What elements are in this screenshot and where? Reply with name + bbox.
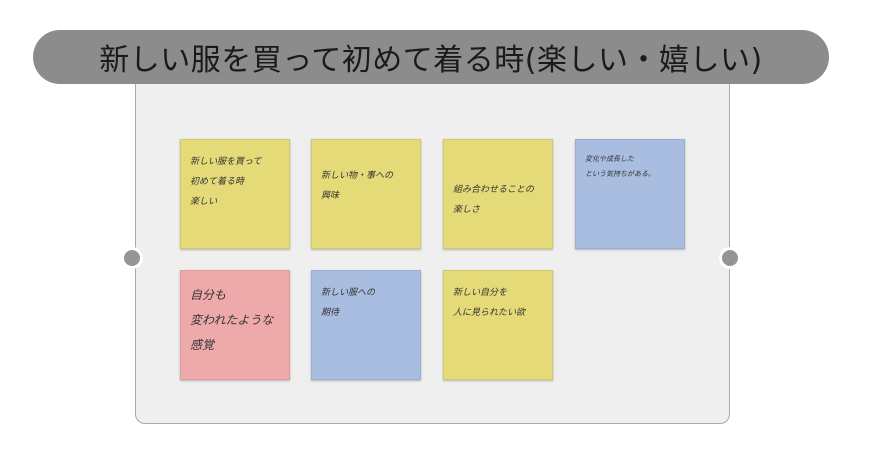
connector-handle-right[interactable] [719, 247, 741, 269]
sticky-note[interactable]: 組み合わせることの 楽しさ [443, 139, 553, 249]
sticky-note-text: 自分も 変われたような 感覚 [190, 288, 274, 352]
sticky-note[interactable]: 自分も 変われたような 感覚 [180, 270, 290, 380]
sticky-note[interactable]: 新しい自分を 人に見られたい欲 [443, 270, 553, 380]
sticky-note[interactable]: 新しい服への 期待 [311, 270, 421, 380]
sticky-note-text: 新しい服を買って 初めて着る時 楽しい [190, 157, 262, 207]
sticky-note-text: 新しい物・事への 興味 [321, 171, 394, 201]
sticky-note[interactable]: 新しい服を買って 初めて着る時 楽しい [180, 139, 290, 249]
sticky-note-text: 新しい服への 期待 [321, 288, 376, 318]
sticky-note-text: 新しい自分を 人に見られたい欲 [453, 288, 526, 318]
sticky-note[interactable]: 新しい物・事への 興味 [311, 139, 421, 249]
sticky-note-text: 変化や成長した という気持ちがある。 [585, 155, 655, 178]
group-title[interactable]: 新しい服を買って初めて着る時(楽しい・嬉しい) [99, 35, 762, 79]
canvas: 新しい服を買って初めて着る時(楽しい・嬉しい) 新しい服を買って 初めて着る時 … [0, 0, 870, 454]
sticky-note[interactable]: 変化や成長した という気持ちがある。 [575, 139, 685, 249]
group-title-pill[interactable]: 新しい服を買って初めて着る時(楽しい・嬉しい) [33, 30, 829, 84]
sticky-note-text: 組み合わせることの 楽しさ [453, 185, 534, 215]
connector-handle-left[interactable] [121, 247, 143, 269]
